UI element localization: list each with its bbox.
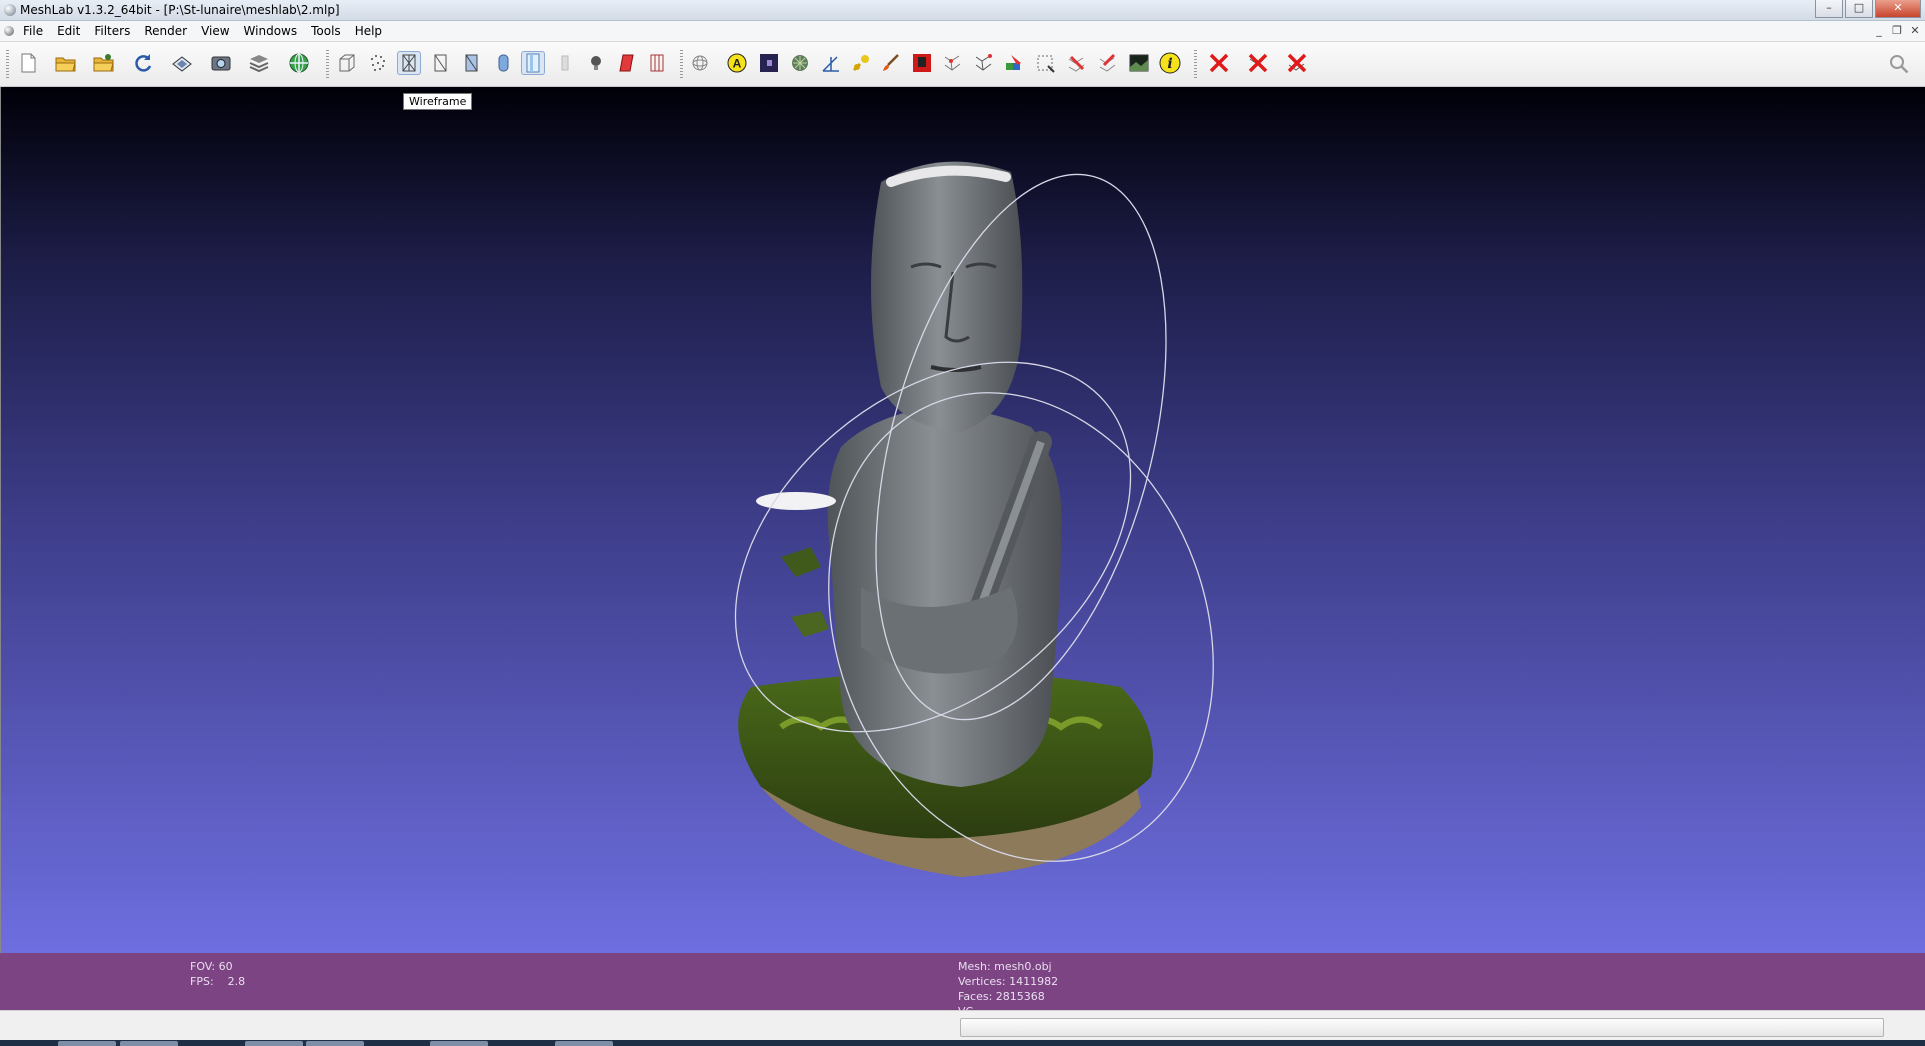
- trackball-icon[interactable]: [688, 51, 712, 75]
- annotation-icon[interactable]: A: [725, 51, 749, 75]
- align-icon[interactable]: [1096, 51, 1120, 75]
- toolbar-grip-edit[interactable]: [680, 50, 683, 78]
- raster-icon[interactable]: [757, 51, 781, 75]
- document-icon[interactable]: [4, 26, 14, 36]
- toolbar-grip-render[interactable]: [326, 50, 329, 78]
- new-document-icon[interactable]: [16, 51, 40, 75]
- wireframe-tooltip: Wireframe: [403, 93, 473, 110]
- wireframe-icon[interactable]: [397, 51, 421, 75]
- 3d-viewport[interactable]: [0, 87, 1925, 953]
- doc-close-button[interactable]: ✕: [1909, 24, 1921, 37]
- search-icon[interactable]: [1887, 52, 1911, 76]
- save-icon[interactable]: [170, 51, 194, 75]
- taskbar-item[interactable]: [430, 1041, 488, 1046]
- backface-culling-icon[interactable]: [615, 51, 639, 75]
- taskbar-item[interactable]: [120, 1041, 178, 1046]
- status-bar: [0, 1010, 1925, 1041]
- brush-icon[interactable]: [879, 51, 903, 75]
- layers-icon[interactable]: [247, 51, 271, 75]
- doc-restore-button[interactable]: ❐: [1891, 24, 1903, 37]
- main-menu: File Edit Filters Render View Windows To…: [16, 21, 389, 41]
- menu-view[interactable]: View: [194, 21, 236, 41]
- flat-shading-icon[interactable]: [459, 51, 483, 75]
- delete-vertices-icon[interactable]: [1246, 51, 1270, 75]
- view-info: FOV: 60 FPS: 2.8: [190, 959, 245, 989]
- menu-filters[interactable]: Filters: [87, 21, 137, 41]
- points-icon[interactable]: [366, 51, 390, 75]
- statue-model: [734, 161, 1214, 877]
- menu-bar: File Edit Filters Render View Windows To…: [0, 21, 1925, 42]
- document-window-controls: _ ❐ ✕: [1873, 24, 1921, 37]
- progress-bar: [960, 1018, 1884, 1037]
- title-bar: MeshLab v1.3.2_64bit - [P:\St-lunaire\me…: [0, 0, 1925, 21]
- delete-selected-icon[interactable]: [1207, 51, 1231, 75]
- svg-text:i: i: [1167, 56, 1172, 72]
- select-vertex-icon[interactable]: [972, 51, 996, 75]
- mesh-name: Mesh: mesh0.obj: [958, 960, 1052, 973]
- fov-row: FOV: 60: [190, 959, 245, 974]
- menu-render[interactable]: Render: [137, 21, 194, 41]
- fps-row: FPS: 2.8: [190, 974, 245, 989]
- menu-file[interactable]: File: [16, 21, 50, 41]
- open-folder-icon[interactable]: [54, 51, 78, 75]
- taskbar-item[interactable]: [58, 1041, 116, 1046]
- menu-edit[interactable]: Edit: [50, 21, 87, 41]
- fps-label: FPS:: [190, 975, 214, 988]
- image-icon[interactable]: [1127, 51, 1151, 75]
- texture-pattern-icon[interactable]: [788, 51, 812, 75]
- doc-minimize-button[interactable]: _: [1873, 24, 1885, 37]
- fov-label: FOV:: [190, 960, 216, 973]
- light-bulb-icon[interactable]: [584, 51, 608, 75]
- menu-tools[interactable]: Tools: [304, 21, 348, 41]
- smooth-shading-icon[interactable]: [491, 51, 515, 75]
- fov-value: 60: [218, 960, 233, 973]
- paint-icon[interactable]: [849, 51, 873, 75]
- select-vertices-icon[interactable]: [645, 51, 669, 75]
- measure-icon[interactable]: [819, 51, 843, 75]
- taskbar-item[interactable]: [555, 1041, 613, 1046]
- toolbar: A i: [0, 42, 1925, 87]
- disabled-icon: [553, 51, 577, 75]
- select-faces-icon[interactable]: [910, 51, 934, 75]
- window-controls: – □ ✕: [1815, 0, 1921, 18]
- select-connected-icon[interactable]: [941, 51, 965, 75]
- color-paint-icon[interactable]: [1003, 51, 1027, 75]
- snapshot-icon[interactable]: [209, 51, 233, 75]
- select-region-icon[interactable]: [1034, 51, 1058, 75]
- info-overlay: FOV: 60 FPS: 2.8 Mesh: mesh0.obj Vertice…: [0, 953, 1925, 1018]
- toolbar-grip[interactable]: [6, 50, 9, 78]
- menu-help[interactable]: Help: [348, 21, 389, 41]
- texture-icon[interactable]: [521, 51, 545, 75]
- vertex-count: Vertices: 1411982: [958, 975, 1059, 988]
- globe-icon[interactable]: [287, 51, 311, 75]
- close-button[interactable]: ✕: [1875, 0, 1921, 18]
- taskbar-item[interactable]: [245, 1041, 303, 1046]
- open-project-icon[interactable]: [92, 51, 116, 75]
- move-icon[interactable]: [1065, 51, 1089, 75]
- bounding-box-icon[interactable]: [335, 51, 359, 75]
- toolbar-grip-delete[interactable]: [1194, 50, 1197, 78]
- app-icon[interactable]: [4, 4, 16, 16]
- taskbar-item[interactable]: [306, 1041, 364, 1046]
- reload-icon[interactable]: [131, 51, 155, 75]
- hidden-lines-icon[interactable]: [428, 51, 452, 75]
- info-icon[interactable]: i: [1158, 51, 1182, 75]
- delete-faces-icon[interactable]: [1285, 51, 1309, 75]
- maximize-button[interactable]: □: [1845, 0, 1873, 18]
- fps-value: 2.8: [227, 975, 246, 988]
- svg-text:A: A: [733, 57, 742, 71]
- window-title: MeshLab v1.3.2_64bit - [P:\St-lunaire\me…: [20, 3, 340, 17]
- minimize-button[interactable]: –: [1815, 0, 1843, 18]
- menu-windows[interactable]: Windows: [237, 21, 305, 41]
- face-count: Faces: 2815368: [958, 990, 1045, 1003]
